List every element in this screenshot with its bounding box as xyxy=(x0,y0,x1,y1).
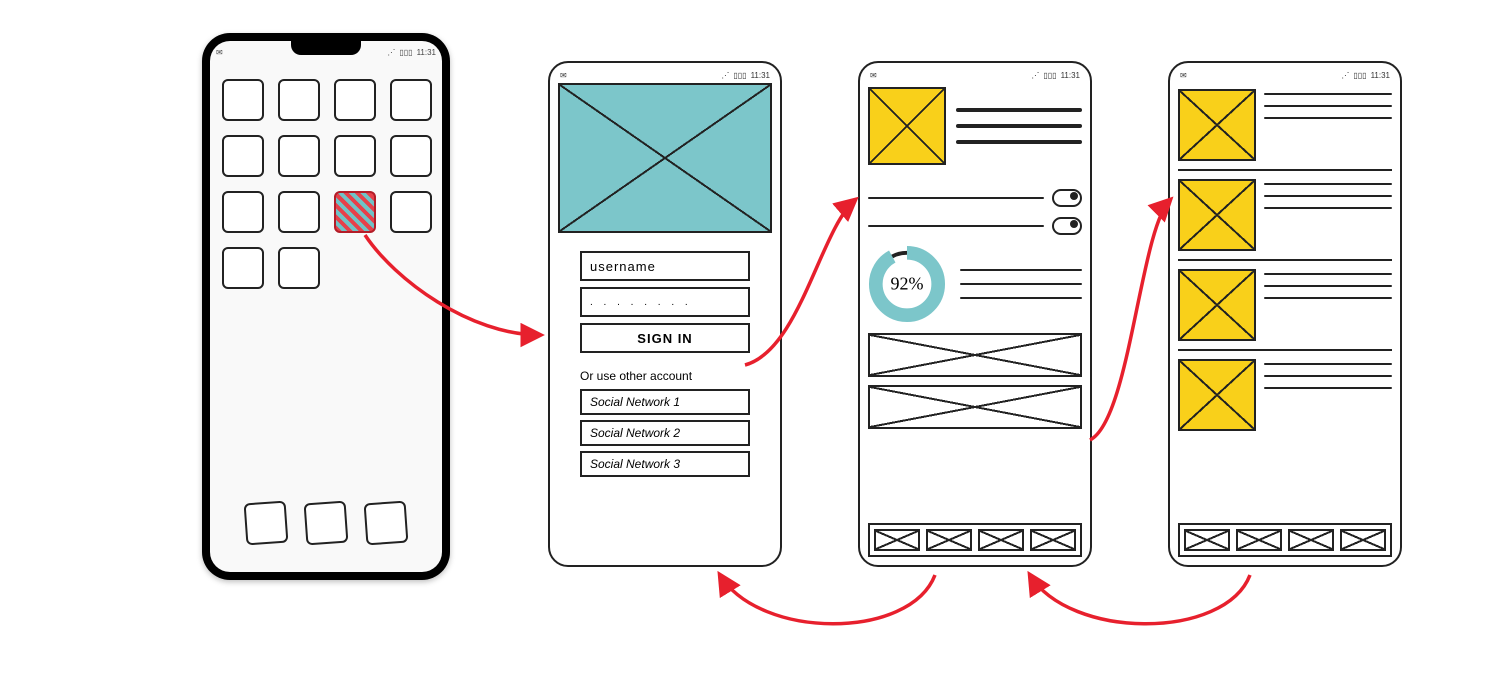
signal-icon: ▯▯▯ xyxy=(399,48,412,57)
mail-icon: ✉ xyxy=(560,71,567,80)
setting-line xyxy=(868,225,1044,227)
thumbnail-placeholder xyxy=(1178,359,1256,431)
dock xyxy=(210,502,442,544)
toggle-switch[interactable] xyxy=(1052,189,1082,207)
status-bar: ✉ ⋰ ▯▯▯ 11:31 xyxy=(216,45,436,59)
phone-dashboard-screen: ✉ ⋰ ▯▯▯ 11:31 xyxy=(858,61,1092,567)
dock-icon[interactable] xyxy=(244,501,289,546)
phone-login-screen: ✉ ⋰ ▯▯▯ 11:31 username . . . . . . . . S… xyxy=(548,61,782,567)
status-bar: ✉ ⋰ ▯▯▯ 11:31 xyxy=(868,69,1082,83)
wifi-icon: ⋰ xyxy=(387,48,395,57)
social-login-button[interactable]: Social Network 3 xyxy=(580,451,750,477)
tab-item[interactable] xyxy=(1184,529,1230,551)
dock-icon[interactable] xyxy=(364,501,409,546)
app-icon-grid xyxy=(222,79,430,289)
hero-image-placeholder xyxy=(558,83,772,233)
wifi-icon: ⋰ xyxy=(1031,71,1039,80)
app-icon[interactable] xyxy=(390,135,432,177)
app-icon[interactable] xyxy=(222,191,264,233)
status-bar: ✉ ⋰ ▯▯▯ 11:31 xyxy=(1178,69,1392,83)
app-icon[interactable] xyxy=(334,79,376,121)
app-icon[interactable] xyxy=(278,135,320,177)
tab-item[interactable] xyxy=(1288,529,1334,551)
social-login-button[interactable]: Social Network 1 xyxy=(580,389,750,415)
signal-icon: ▯▯▯ xyxy=(1353,71,1366,80)
tab-item[interactable] xyxy=(926,529,972,551)
toggle-switch[interactable] xyxy=(1052,217,1082,235)
wifi-icon: ⋰ xyxy=(1341,71,1349,80)
or-use-other-label: Or use other account xyxy=(580,369,750,383)
phone-home-screen: ✉ ⋰ ▯▯▯ 11:31 xyxy=(202,33,450,580)
list-item[interactable] xyxy=(1178,351,1392,439)
thumbnail-placeholder xyxy=(1178,269,1256,341)
app-icon-selected[interactable] xyxy=(334,191,376,233)
username-placeholder: username xyxy=(590,259,656,274)
content-placeholder[interactable] xyxy=(868,333,1082,377)
app-icon[interactable] xyxy=(222,135,264,177)
wireframe-flow-diagram: ✉ ⋰ ▯▯▯ 11:31 xyxy=(0,0,1500,693)
clock-label: 11:31 xyxy=(417,48,436,57)
item-text-lines xyxy=(1264,269,1392,341)
mail-icon: ✉ xyxy=(870,71,877,80)
item-text-lines xyxy=(1264,179,1392,251)
status-bar: ✉ ⋰ ▯▯▯ 11:31 xyxy=(558,69,772,83)
signal-icon: ▯▯▯ xyxy=(733,71,746,80)
list-item[interactable] xyxy=(1178,171,1392,261)
tab-item[interactable] xyxy=(1340,529,1386,551)
clock-label: 11:31 xyxy=(751,71,770,80)
header-text-lines xyxy=(956,87,1082,165)
username-field[interactable]: username xyxy=(580,251,750,281)
tab-item[interactable] xyxy=(1236,529,1282,551)
tab-item[interactable] xyxy=(1030,529,1076,551)
stat-text-lines xyxy=(960,269,1082,299)
phone-list-screen: ✉ ⋰ ▯▯▯ 11:31 xyxy=(1168,61,1402,567)
clock-label: 11:31 xyxy=(1371,71,1390,80)
list-item[interactable] xyxy=(1178,261,1392,351)
app-icon[interactable] xyxy=(222,79,264,121)
tab-item[interactable] xyxy=(874,529,920,551)
password-field[interactable]: . . . . . . . . xyxy=(580,287,750,317)
sign-in-button[interactable]: SIGN IN xyxy=(580,323,750,353)
app-icon[interactable] xyxy=(334,135,376,177)
app-icon[interactable] xyxy=(222,247,264,289)
content-placeholder[interactable] xyxy=(868,385,1082,429)
tab-item[interactable] xyxy=(978,529,1024,551)
app-icon[interactable] xyxy=(278,191,320,233)
thumbnail-placeholder xyxy=(1178,179,1256,251)
app-icon[interactable] xyxy=(390,191,432,233)
profile-image-placeholder xyxy=(868,87,946,165)
app-icon[interactable] xyxy=(278,247,320,289)
progress-gauge: 92% xyxy=(868,245,946,323)
item-text-lines xyxy=(1264,89,1392,161)
mail-icon: ✉ xyxy=(1180,71,1187,80)
mail-icon: ✉ xyxy=(216,48,223,57)
clock-label: 11:31 xyxy=(1061,71,1080,80)
tab-bar xyxy=(868,523,1082,557)
item-text-lines xyxy=(1264,359,1392,431)
wifi-icon: ⋰ xyxy=(721,71,729,80)
app-icon[interactable] xyxy=(278,79,320,121)
gauge-value: 92% xyxy=(868,274,946,295)
password-mask: . . . . . . . . xyxy=(590,297,692,308)
app-icon[interactable] xyxy=(390,79,432,121)
list-item[interactable] xyxy=(1178,87,1392,171)
setting-line xyxy=(868,197,1044,199)
signal-icon: ▯▯▯ xyxy=(1043,71,1056,80)
thumbnail-placeholder xyxy=(1178,89,1256,161)
social-login-button[interactable]: Social Network 2 xyxy=(580,420,750,446)
dock-icon[interactable] xyxy=(304,501,349,546)
tab-bar xyxy=(1178,523,1392,557)
